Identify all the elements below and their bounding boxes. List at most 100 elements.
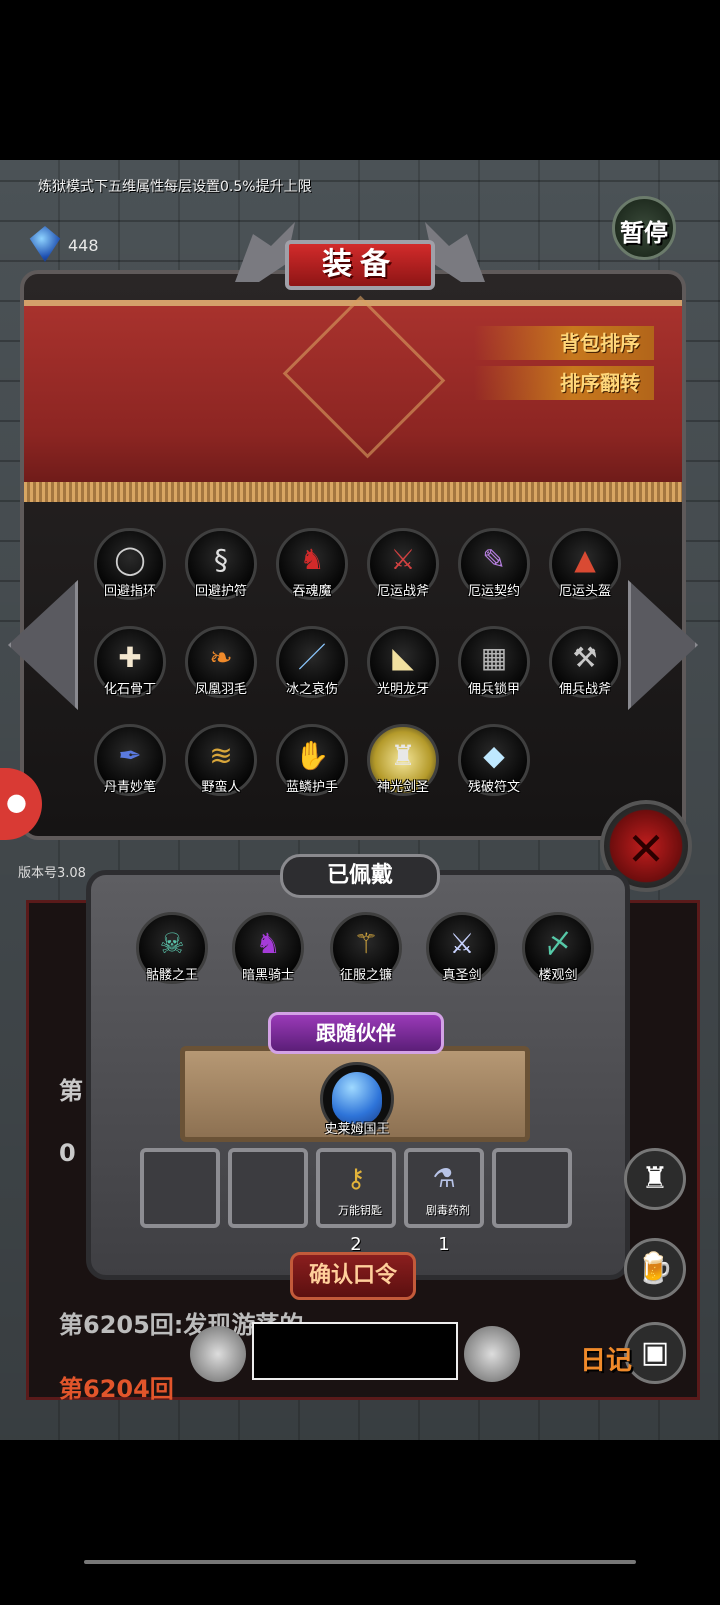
confirm-password-button[interactable]: 确认口令 [290,1252,416,1300]
equipment-icon: ✋ [294,739,330,772]
equipment-item[interactable]: ▲ 厄运头盔 [543,528,627,612]
worn-item-icon: ⚚ [353,927,379,960]
equipment-name: 回避指环 [103,584,156,599]
equipment-item[interactable]: ◣ 光明龙牙 [361,626,445,710]
skull-icon [190,1326,246,1382]
worn-title-plate: 已佩戴 [280,854,440,898]
equipment-icon: ◆ [483,739,505,772]
worn-item[interactable]: ♞ 暗黑骑士 [226,912,310,996]
equipment-item[interactable]: ⚒ 佣兵战斧 [543,626,627,710]
close-icon: ✕ [626,822,666,876]
equipment-name: 凤凰羽毛 [194,682,247,697]
equipment-name: 野蛮人 [201,780,241,795]
equipment-name: 吞魂魔 [292,584,332,599]
consumable-icon: ⚗ [432,1164,456,1194]
worn-item[interactable]: ⚚ 征服之镰 [324,912,408,996]
equipment-icon: ／ [297,641,326,674]
equipment-item[interactable]: ▦ 佣兵锁甲 [452,626,536,710]
consumable-slot[interactable]: ⚷ 万能钥匙 2 [316,1148,396,1255]
equipment-icon: ≋ [209,739,233,772]
blue-gem-icon [29,226,61,262]
consumable-slots: ⚷ 万能钥匙 2 ⚗ 剧毒药剂 1 [140,1148,580,1255]
worn-item[interactable]: ☠ 骷髅之王 [130,912,214,996]
follow-title: 跟随伙伴 [316,1021,396,1045]
worn-item-name: 暗黑骑士 [241,968,294,983]
equipment-icon: ❧ [209,641,233,674]
equipment-name: 厄运契约 [467,584,520,599]
version-label: 版本号3.08 [18,866,86,881]
equipment-icon: ✚ [118,641,142,674]
consumable-name: 剧毒药剂 [426,1204,470,1217]
equipment-banner: 背包排序 排序翻转 [24,295,682,502]
equipment-name: 佣兵战斧 [558,682,611,697]
equipment-item[interactable]: ✚ 化石骨丁 [88,626,172,710]
consumable-icon: ⚷ [346,1164,366,1194]
knight-helmet-icon[interactable]: ♜ [624,1148,686,1210]
diary-label: 日记 [580,1346,633,1376]
worn-item-name: 征服之镰 [339,968,392,983]
worn-title: 已佩戴 [326,863,393,888]
equipment-item[interactable]: ♜ 神光剑圣 [361,724,445,808]
worn-item[interactable]: 〆楼观剑 [516,912,600,996]
home-indicator[interactable] [84,1560,636,1564]
equipment-icon: ◯ [114,543,146,576]
sort-backpack-button[interactable]: 背包排序 [474,326,654,360]
panel-title: 装备 [322,247,398,282]
currency-display: 448 [24,226,134,266]
equipment-item[interactable]: ⚔ 厄运战斧 [361,528,445,612]
worn-item-icon: ☠ [159,927,185,960]
diary-book-icon[interactable]: ▣ [624,1322,686,1384]
consumable-slot[interactable] [228,1148,308,1228]
worn-item[interactable]: ⚔ 真圣剑 [420,912,504,996]
worn-item-name: 楼观剑 [538,968,578,983]
equipment-icon: ✒ [118,739,142,772]
equipment-name: 光明龙牙 [376,682,429,697]
consumable-count: 1 [438,1234,450,1255]
equipment-item[interactable]: ◆ 残破符文 [452,724,536,808]
skull-icon [464,1326,520,1382]
equipment-icon: ✎ [482,543,506,576]
consumable-slot[interactable] [492,1148,572,1228]
user-icon: ● [6,788,27,816]
equipment-item[interactable]: ✋ 蓝鳞护手 [270,724,354,808]
beer-mug-icon[interactable]: 🍺 [624,1238,686,1300]
worn-item-name: 骷髅之王 [145,968,198,983]
log-line: 0 [59,1139,76,1167]
equipment-item[interactable]: § 回避护符 [179,528,263,612]
equipment-item[interactable]: ❧ 凤凰羽毛 [179,626,263,710]
log-line: 第6204回 [59,1375,174,1403]
equipment-item[interactable]: ≋ 野蛮人 [179,724,263,808]
equipment-icon: ♞ [299,543,325,576]
equipment-name: 丹青妙笔 [103,780,156,795]
equipment-item[interactable]: ✎ 厄运契约 [452,528,536,612]
pause-button[interactable]: 暂停 [612,196,676,260]
panel-title-plate: 装备 [235,222,485,302]
consumable-slot[interactable] [140,1148,220,1228]
equipment-name: 回避护符 [194,584,247,599]
equipment-icon: ▦ [480,641,508,674]
equipment-item[interactable]: ✒ 丹青妙笔 [88,724,172,808]
equipment-name: 神光剑圣 [376,780,429,795]
sort-reverse-button[interactable]: 排序翻转 [474,366,654,400]
equipment-item[interactable]: ／ 冰之哀伤 [270,626,354,710]
follow-title-plate: 跟随伙伴 [268,1012,444,1054]
equipment-name: 厄运战斧 [376,584,429,599]
equipment-icon: ♜ [390,739,416,772]
consumable-name: 万能钥匙 [338,1204,382,1217]
equipment-icon: § [214,543,228,576]
equipment-item[interactable]: ♞ 吞魂魔 [270,528,354,612]
equipment-name: 蓝鳞护手 [285,780,338,795]
worn-items: ☠ 骷髅之王 ♞ 暗黑骑士 ⚚ 征服之镰 ⚔ 真圣剑 〆楼观剑 [130,912,600,998]
gem-count: 448 [68,236,99,255]
companion-slot[interactable]: 史莱姆国王 [312,1062,402,1152]
equipment-item[interactable]: ◯ 回避指环 [88,528,172,612]
mode-notice: 炼狱模式下五维属性每层设置0.5%提升上限 [38,179,312,195]
input-box[interactable] [252,1322,458,1380]
worn-item-icon: ⚔ [449,927,475,960]
equipment-icon: ⚒ [572,641,598,674]
worn-item-icon: 〆 [543,927,572,960]
equipment-icon: ▲ [574,543,596,576]
equipment-icon: ⚔ [390,543,416,576]
consumable-slot[interactable]: ⚗ 剧毒药剂 1 [404,1148,484,1255]
equipment-icon: ◣ [392,641,414,674]
